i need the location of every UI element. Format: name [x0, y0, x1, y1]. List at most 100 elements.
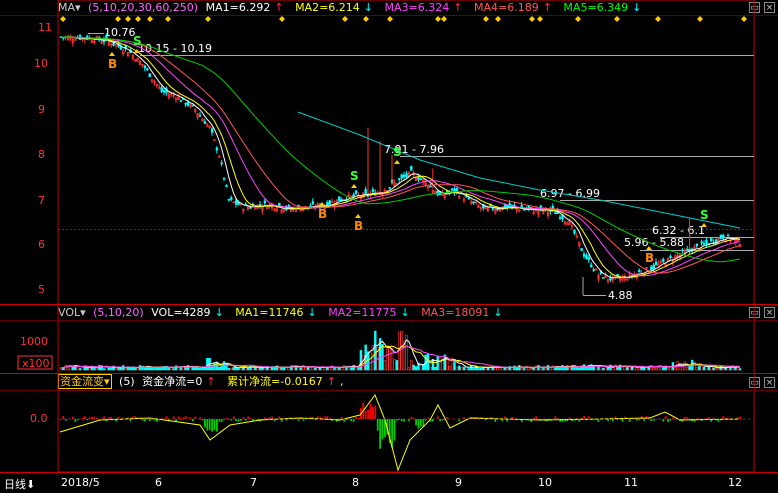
volume-bar	[298, 367, 300, 370]
flow-bar	[86, 419, 88, 420]
x-label-sep: 9	[455, 476, 462, 489]
volume-bar	[535, 366, 537, 370]
volume-bar	[682, 367, 684, 370]
volume-bar	[206, 358, 208, 370]
volume-bar	[190, 367, 192, 370]
volume-bar	[446, 359, 448, 370]
x-label-may: 2018/5	[61, 476, 100, 489]
volume-bar	[542, 368, 544, 370]
signal-arrow	[351, 184, 357, 188]
volume-bar	[370, 353, 372, 370]
volume-bar	[583, 365, 585, 370]
flow-bar	[101, 418, 103, 419]
event-diamond	[60, 16, 66, 22]
flow-bar	[650, 419, 652, 421]
volume-bar	[218, 367, 220, 370]
candle-body	[650, 267, 652, 270]
volume-bar	[463, 367, 465, 370]
candle-body	[250, 207, 252, 208]
volume-bar	[65, 365, 67, 370]
flow-bar	[355, 417, 357, 419]
flow-bar	[461, 418, 463, 419]
volume-bar	[667, 368, 669, 370]
candle-body	[288, 205, 290, 206]
flow-bar	[221, 419, 223, 422]
volume-bar	[492, 368, 494, 370]
volume-bar	[506, 369, 508, 370]
volume-bar	[636, 368, 638, 370]
candle-body	[180, 101, 182, 102]
volume-bar	[281, 367, 283, 370]
volume-bar	[408, 368, 410, 370]
candle-body	[583, 254, 585, 256]
flow-bar	[214, 419, 216, 430]
volume-bar	[389, 347, 391, 370]
volume-bar	[545, 368, 547, 370]
price-tick-7: 7	[38, 194, 45, 207]
volume-bar	[197, 367, 199, 370]
event-diamond	[575, 16, 581, 22]
volume-bar	[103, 369, 105, 370]
flow-bar	[401, 419, 403, 421]
volume-bar	[257, 367, 259, 370]
event-diamond	[279, 16, 285, 22]
candle-body	[254, 209, 256, 210]
candle-body	[228, 199, 230, 200]
event-diamond	[537, 16, 543, 22]
volume-bar	[401, 331, 403, 370]
volume-bar	[701, 366, 703, 370]
candle-body	[686, 249, 688, 250]
volume-bar	[444, 355, 446, 370]
candle-body	[149, 74, 151, 77]
x-label-aug: 8	[352, 476, 359, 489]
volume-bar	[698, 366, 700, 370]
volume-bar	[334, 368, 336, 370]
volume-bar	[686, 367, 688, 370]
volume-bar	[605, 368, 607, 370]
volume-bar	[487, 368, 489, 370]
volume-bar	[310, 367, 312, 370]
volume-bar	[211, 367, 213, 370]
volume-bar	[576, 368, 578, 370]
candle-body	[403, 175, 405, 177]
volume-bar	[602, 368, 604, 370]
flow-bars	[60, 402, 741, 448]
price-tick-5: 5	[38, 283, 45, 296]
candle-body	[492, 208, 494, 209]
candle-body	[235, 201, 237, 204]
flow-bar	[415, 419, 417, 425]
volume-bar	[710, 367, 712, 370]
x-label-oct: 10	[538, 476, 552, 489]
volume-bar	[194, 367, 196, 370]
flow-bar	[91, 417, 93, 419]
volume-bar	[458, 366, 460, 370]
candle-body	[468, 198, 470, 199]
x-axis-bar: 日线⬇ 2018/5 6 7 8 9 10 11 12	[0, 472, 778, 493]
flow-bar	[394, 419, 396, 440]
flow-bar	[204, 419, 206, 428]
label-low: 4.88	[608, 289, 633, 302]
flow-bar	[446, 417, 448, 419]
volume-bar	[314, 368, 316, 370]
volume-bar	[130, 368, 132, 370]
flow-bar	[706, 418, 708, 419]
flow-bar	[418, 419, 420, 429]
signal-sell: S	[700, 208, 709, 222]
label-range5: 6.32 - 6.1	[652, 224, 705, 237]
volume-bar	[514, 366, 516, 370]
candle-body	[602, 277, 604, 278]
cumulative-flow-line	[60, 395, 740, 470]
candle-body	[401, 175, 403, 178]
flow-bar	[374, 406, 376, 419]
candle-body	[120, 47, 122, 49]
volume-bar	[449, 366, 451, 370]
volume-bar	[115, 368, 117, 370]
candle-body	[574, 230, 576, 233]
volume-bar	[216, 363, 218, 370]
candle-body	[506, 205, 508, 207]
volume-bar	[336, 368, 338, 370]
event-diamond	[655, 16, 661, 22]
volume-bar	[530, 368, 532, 370]
volume-bar	[516, 367, 518, 370]
period-button[interactable]: 日线⬇	[4, 476, 35, 492]
